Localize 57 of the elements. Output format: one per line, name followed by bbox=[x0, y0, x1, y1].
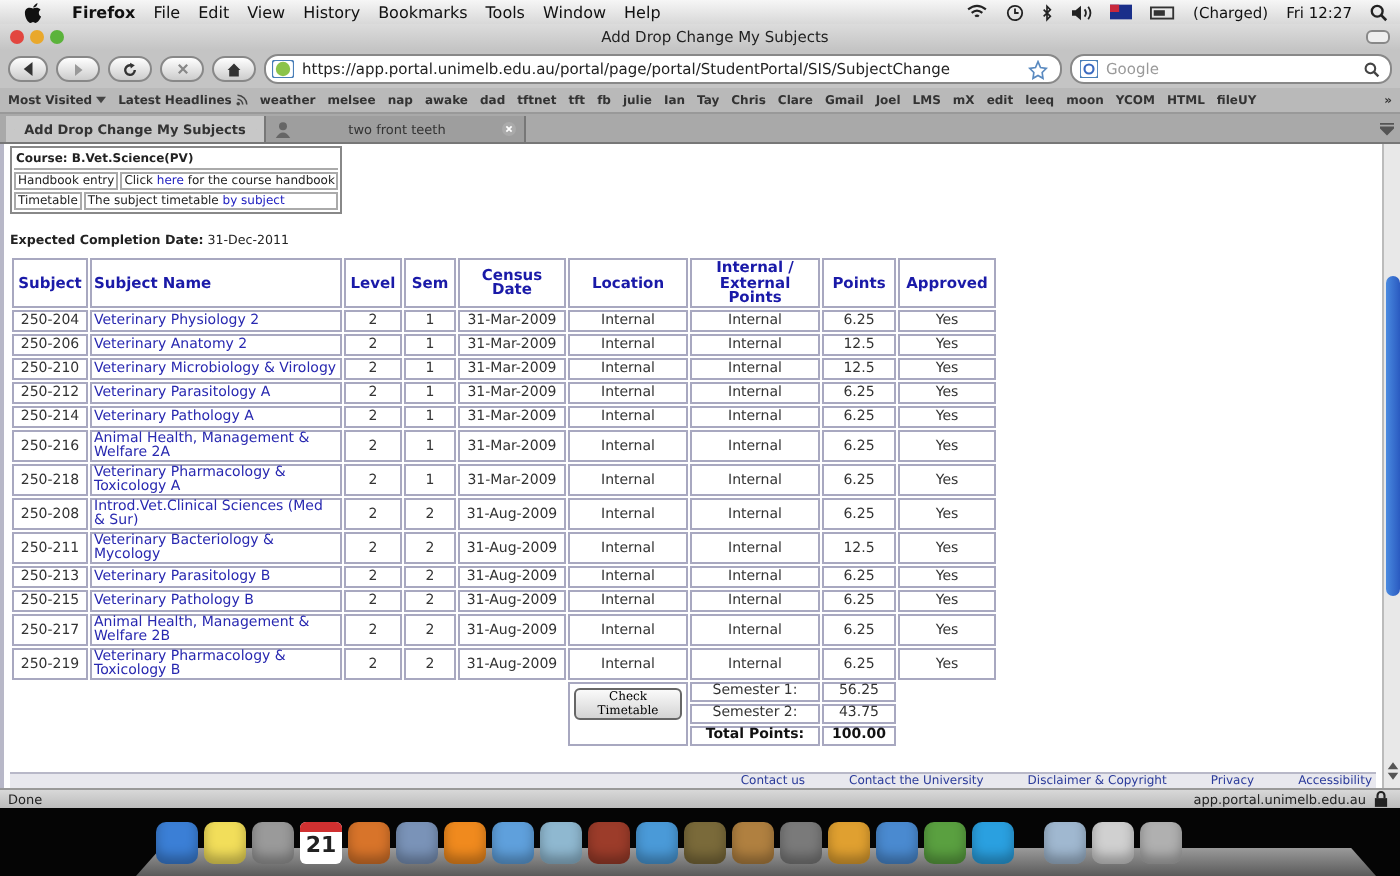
rss-feed-icon bbox=[235, 94, 248, 106]
search-icon[interactable] bbox=[1370, 3, 1388, 21]
dock-app-icon[interactable] bbox=[348, 822, 390, 864]
menu-item[interactable]: Bookmarks bbox=[378, 3, 468, 21]
toolbar-toggle-button[interactable] bbox=[1366, 30, 1390, 44]
padlock-icon bbox=[1374, 790, 1388, 808]
home-button[interactable] bbox=[212, 56, 256, 82]
dock-app-icon[interactable] bbox=[252, 822, 294, 864]
app-menu[interactable]: Firefox bbox=[72, 3, 136, 21]
home-icon bbox=[226, 61, 242, 77]
reload-button[interactable] bbox=[108, 56, 152, 82]
menu-item[interactable]: File bbox=[153, 3, 181, 21]
close-window-button[interactable] bbox=[10, 30, 24, 44]
menu-item[interactable]: History bbox=[303, 3, 361, 21]
flag-icon[interactable] bbox=[1109, 4, 1132, 20]
dock-app-icon[interactable] bbox=[732, 822, 774, 864]
bookmark-star-icon[interactable] bbox=[1028, 59, 1048, 79]
apple-logo-icon[interactable] bbox=[24, 1, 42, 23]
person-favicon-icon bbox=[274, 120, 292, 138]
dock-app-icon[interactable] bbox=[1092, 822, 1134, 864]
bluetooth-icon[interactable] bbox=[1041, 3, 1052, 21]
menu-item[interactable]: View bbox=[247, 3, 286, 21]
back-button[interactable] bbox=[8, 56, 48, 82]
battery-icon[interactable] bbox=[1149, 5, 1176, 19]
menu-item[interactable]: Edit bbox=[198, 3, 230, 21]
wifi-icon[interactable] bbox=[965, 4, 988, 20]
site-identity-icon[interactable] bbox=[272, 60, 294, 78]
dock-app-icon[interactable] bbox=[1140, 822, 1182, 864]
dock-app-icon[interactable] bbox=[876, 822, 918, 864]
reload-icon bbox=[122, 61, 138, 77]
vertical-scrollbar[interactable] bbox=[1382, 144, 1400, 788]
close-tab-icon[interactable] bbox=[502, 122, 516, 136]
stop-icon bbox=[175, 62, 189, 76]
dock-app-icon[interactable] bbox=[828, 822, 870, 864]
dock-app-icon[interactable] bbox=[1044, 822, 1086, 864]
dock-app-icon[interactable] bbox=[636, 822, 678, 864]
search-engine-icon[interactable] bbox=[1080, 60, 1098, 78]
scroll-arrows-icon[interactable] bbox=[1385, 760, 1399, 782]
dock-app-icon[interactable] bbox=[924, 822, 966, 864]
dock-app-icon[interactable] bbox=[444, 822, 486, 864]
scrollbar-thumb[interactable] bbox=[1385, 276, 1399, 596]
back-arrow-icon bbox=[21, 62, 35, 76]
tab-list-icon[interactable] bbox=[1380, 121, 1394, 135]
menu-item[interactable]: Window bbox=[542, 3, 607, 21]
dock-app-icon[interactable] bbox=[540, 822, 582, 864]
menu-item[interactable]: Help bbox=[624, 3, 661, 21]
dropdown-arrow-icon bbox=[96, 96, 107, 104]
dock-app-icon[interactable] bbox=[972, 822, 1014, 864]
calendar-icon[interactable]: 21 bbox=[300, 822, 342, 864]
forward-arrow-icon bbox=[72, 63, 84, 75]
speaker-icon[interactable] bbox=[1069, 3, 1092, 21]
search-icon[interactable] bbox=[1364, 61, 1380, 77]
dock-app-icon[interactable] bbox=[204, 822, 246, 864]
dock-app-icon[interactable] bbox=[492, 822, 534, 864]
menu-item[interactable]: Tools bbox=[485, 3, 525, 21]
dock-app-icon[interactable] bbox=[396, 822, 438, 864]
clock-icon[interactable] bbox=[1005, 3, 1024, 21]
